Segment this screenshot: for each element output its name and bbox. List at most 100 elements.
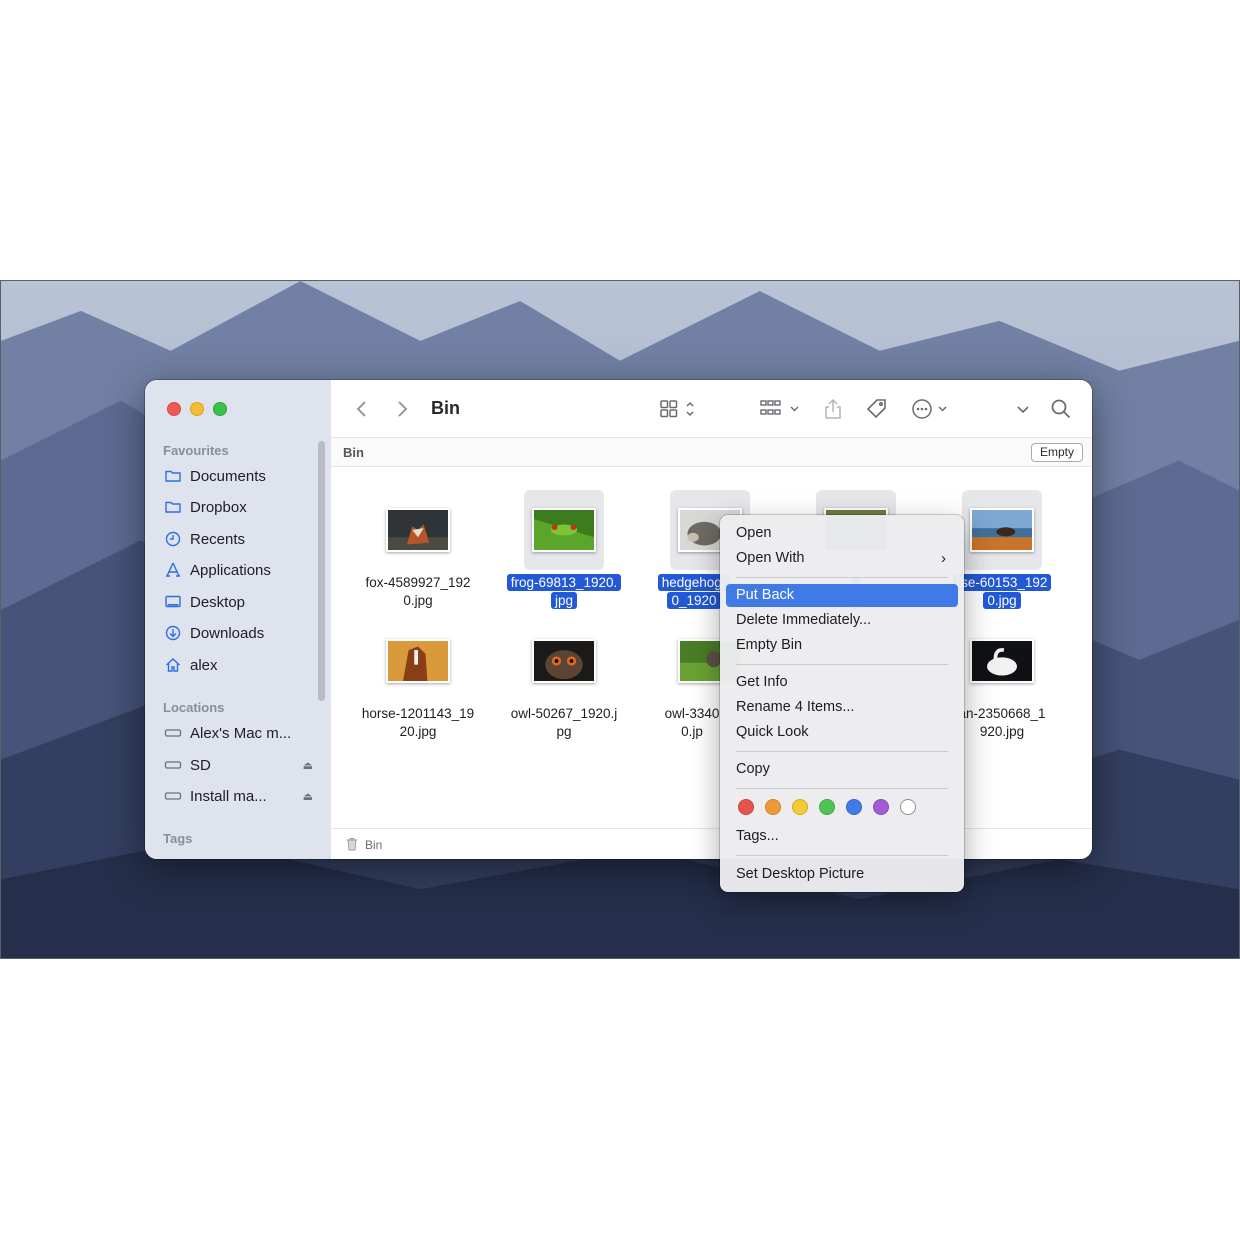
sidebar-item-label: SD xyxy=(190,756,211,774)
main-pane: Bin Bin Empty fox-4589927_192 0.jpg frog… xyxy=(331,380,1092,859)
menu-item-set-desktop-picture[interactable]: Set Desktop Picture xyxy=(726,863,958,886)
forward-button[interactable] xyxy=(395,397,409,421)
menu-item-label: Open With xyxy=(736,550,805,566)
thumbnail-frame xyxy=(524,490,604,570)
file-item[interactable]: fox-4589927_192 0.jpg xyxy=(345,490,491,620)
window-controls xyxy=(167,402,227,416)
path-bar: Bin Empty xyxy=(331,438,1092,467)
grid-view-icon xyxy=(660,400,694,418)
search-button[interactable] xyxy=(1050,397,1072,421)
fox-thumbnail xyxy=(386,508,450,552)
sidebar-item-mac[interactable]: Alex's Mac m... xyxy=(163,721,313,745)
trash-icon xyxy=(347,838,357,851)
minimize-button[interactable] xyxy=(190,402,204,416)
frog-thumbnail xyxy=(532,508,596,552)
chevron-right-icon xyxy=(398,401,408,417)
thumbnail-frame xyxy=(962,621,1042,701)
tag-green-dot[interactable] xyxy=(819,799,835,815)
sidebar-item-dropbox[interactable]: Dropbox xyxy=(163,495,313,519)
eject-icon[interactable]: ⏏ xyxy=(303,790,313,803)
tag-button[interactable] xyxy=(865,397,889,421)
tag-purple-dot[interactable] xyxy=(873,799,889,815)
desktop-icon xyxy=(163,592,183,612)
sidebar-item-desktop[interactable]: Desktop xyxy=(163,590,313,614)
back-button[interactable] xyxy=(355,397,369,421)
applications-icon xyxy=(163,560,183,580)
sidebar-item-install[interactable]: Install ma... ⏏ xyxy=(163,784,313,808)
horse-thumbnail xyxy=(970,508,1034,552)
tag-none-dot[interactable] xyxy=(900,799,916,815)
sidebar-scrollbar[interactable] xyxy=(318,441,325,701)
tag-color-picker xyxy=(738,799,916,815)
file-item-selected[interactable]: frog-69813_1920. jpg xyxy=(491,490,637,620)
sidebar-item-applications[interactable]: Applications xyxy=(163,558,313,582)
group-icon xyxy=(760,400,799,415)
menu-separator xyxy=(736,751,948,752)
menu-item-put-back[interactable]: Put Back xyxy=(726,584,958,607)
tag-yellow-dot[interactable] xyxy=(792,799,808,815)
status-bin-label: Bin xyxy=(365,838,383,852)
view-mode-button[interactable] xyxy=(659,397,699,421)
sidebar-item-label: Dropbox xyxy=(190,498,247,516)
sidebar-item-label: Applications xyxy=(190,561,271,579)
folder-icon xyxy=(163,466,183,486)
eject-icon[interactable]: ⏏ xyxy=(303,759,313,772)
tag-blue-dot[interactable] xyxy=(846,799,862,815)
swan-thumbnail xyxy=(970,639,1034,683)
sidebar-item-recents[interactable]: Recents xyxy=(163,527,313,551)
share-icon xyxy=(825,398,841,419)
favourites-heading: Favourites xyxy=(163,443,229,458)
tag-red-dot[interactable] xyxy=(738,799,754,815)
thumbnail-frame xyxy=(378,490,458,570)
close-button[interactable] xyxy=(167,402,181,416)
sidebar-item-sd[interactable]: SD ⏏ xyxy=(163,753,313,777)
tag-icon xyxy=(866,399,886,419)
thumbnail-frame xyxy=(378,621,458,701)
sidebar-item-documents[interactable]: Documents xyxy=(163,464,313,488)
menu-separator xyxy=(736,788,948,789)
menu-item-open-with[interactable]: Open With › xyxy=(726,547,958,570)
folder-icon xyxy=(163,497,183,517)
empty-bin-button[interactable]: Empty xyxy=(1030,443,1083,462)
drive-icon xyxy=(163,723,183,743)
home-icon xyxy=(163,655,183,675)
toolbar-overflow-button[interactable] xyxy=(1015,397,1031,421)
drive-icon xyxy=(163,786,183,806)
sidebar-item-label: Recents xyxy=(190,530,246,548)
menu-item-tags[interactable]: Tags... xyxy=(726,825,958,848)
menu-item-empty-bin[interactable]: Empty Bin xyxy=(726,634,958,657)
thumbnail-frame xyxy=(524,621,604,701)
download-icon xyxy=(163,623,183,643)
group-button[interactable] xyxy=(759,397,801,421)
file-item[interactable]: horse-1201143_19 20.jpg xyxy=(345,621,491,751)
menu-item-quick-look[interactable]: Quick Look xyxy=(726,721,958,744)
sidebar-item-alex[interactable]: alex xyxy=(163,653,313,677)
tags-heading: Tags xyxy=(163,831,193,846)
menu-item-rename[interactable]: Rename 4 Items... xyxy=(726,696,958,719)
status-bar: Bin xyxy=(331,828,1092,859)
clock-icon xyxy=(163,529,183,549)
drive-icon xyxy=(163,755,183,775)
toolbar: Bin xyxy=(331,380,1092,438)
menu-separator xyxy=(736,664,948,665)
sidebar: Favourites Documents Dropbox Recents App… xyxy=(145,380,331,859)
locations-heading: Locations xyxy=(163,700,225,715)
menu-separator xyxy=(736,577,948,578)
more-actions-button[interactable] xyxy=(911,397,951,421)
menu-item-copy[interactable]: Copy xyxy=(726,758,958,781)
menu-item-delete-immediately[interactable]: Delete Immediately... xyxy=(726,609,958,632)
context-menu: Open Open With › Put Back Delete Immedia… xyxy=(720,515,964,892)
sidebar-item-label: Install ma... xyxy=(190,787,267,805)
file-name: fox-4589927_192 0.jpg xyxy=(365,575,471,608)
menu-item-get-info[interactable]: Get Info xyxy=(726,671,958,694)
tag-orange-dot[interactable] xyxy=(765,799,781,815)
menu-item-open[interactable]: Open xyxy=(726,522,958,545)
share-button[interactable] xyxy=(823,397,843,421)
ellipsis-circle-icon xyxy=(912,399,947,419)
search-icon xyxy=(1051,399,1071,419)
sidebar-item-label: Downloads xyxy=(190,624,265,642)
zoom-button[interactable] xyxy=(213,402,227,416)
sidebar-item-downloads[interactable]: Downloads xyxy=(163,621,313,645)
file-item[interactable]: owl-50267_1920.j pg xyxy=(491,621,637,751)
window-title: Bin xyxy=(431,398,460,418)
